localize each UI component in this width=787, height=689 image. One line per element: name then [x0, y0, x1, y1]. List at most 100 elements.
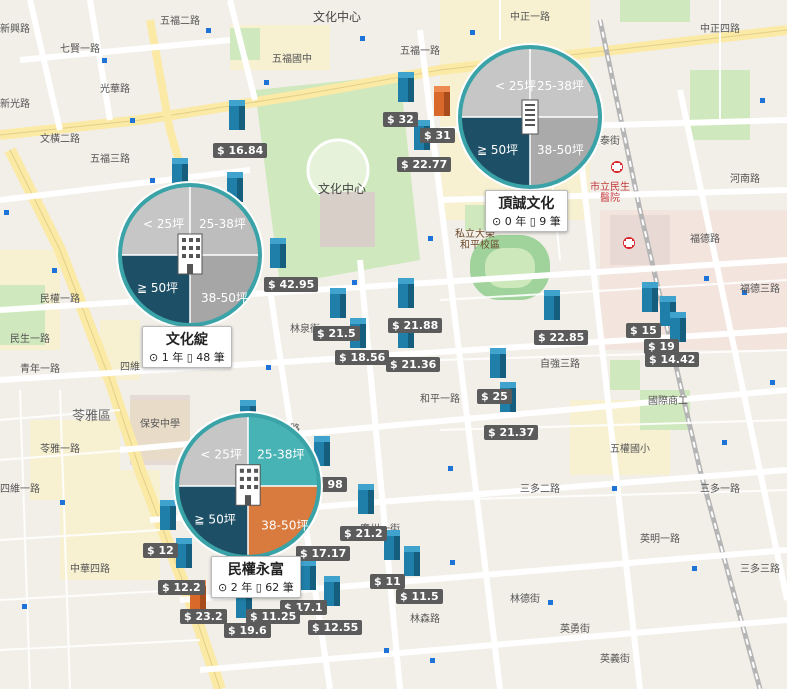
place-label-wenhua-top: 文化中心	[313, 10, 362, 24]
street-label: 中華四路	[70, 564, 110, 575]
street-label: 福德路	[690, 234, 720, 245]
street-label: 三多二路	[520, 484, 560, 495]
cluster-name: 文化綻	[165, 332, 208, 348]
cluster-marker-wenhua-zhan[interactable]: < 25坪 25-38坪 38-50坪 ≧ 50坪	[115, 180, 265, 330]
pie-label-ge50: ≧ 50坪	[137, 281, 178, 295]
street-label: 林德街	[510, 594, 540, 605]
building-marker[interactable]	[404, 546, 420, 576]
place-label-wenhua-park: 文化中心	[318, 182, 367, 196]
price-label[interactable]: $ 31	[420, 128, 455, 143]
building-icon	[235, 464, 261, 506]
building-marker[interactable]	[330, 288, 346, 318]
pie-label-38-50: 38-50坪	[201, 291, 248, 305]
pie-label-ge50: ≧ 50坪	[477, 143, 518, 157]
road-label-zhongzheng: 中正一路	[510, 12, 550, 23]
building-marker-orange[interactable]	[434, 86, 450, 116]
cluster-marker-dingcheng[interactable]: < 25坪 25-38坪 38-50坪 ≧ 50坪	[455, 42, 605, 192]
cluster-name: 頂誠文化	[498, 196, 555, 212]
pie-label-38-50: 38-50坪	[537, 143, 584, 157]
street-label: 五福一路	[400, 46, 440, 57]
pie-label-25-38: 25-38坪	[537, 79, 584, 93]
pie-label-25-38: 25-38坪	[257, 448, 304, 462]
cluster-stats: ⊙ 2 年 ▯ 62 筆	[218, 581, 294, 594]
street-label: 和平一路	[420, 394, 460, 405]
cluster-stats: ⊙ 0 年 ▯ 9 筆	[492, 215, 561, 228]
building-icon	[177, 233, 203, 275]
street-label: 英義街	[600, 654, 630, 665]
price-label[interactable]: $ 11	[370, 574, 405, 589]
price-label[interactable]: $ 21.2	[340, 526, 387, 541]
street-label: 民生一路	[10, 334, 50, 345]
street-label: 中正四路	[700, 24, 740, 35]
price-label[interactable]: $ 18.56	[335, 350, 390, 365]
price-label[interactable]: $ 16.84	[213, 143, 268, 158]
cluster-pie: < 25坪 25-38坪 38-50坪 ≧ 50坪	[173, 411, 323, 561]
cluster-info-dingcheng[interactable]: 頂誠文化 ⊙ 0 年 ▯ 9 筆	[485, 190, 568, 232]
price-label[interactable]: $ 23.2	[180, 609, 227, 624]
building-marker[interactable]	[670, 312, 686, 342]
street-label: 自強三路	[540, 359, 580, 370]
cluster-stats: ⊙ 1 年 ▯ 48 筆	[149, 351, 225, 364]
street-label: 福德三路	[740, 284, 780, 295]
building-marker[interactable]	[300, 560, 316, 590]
street-label: 英勇街	[560, 624, 590, 635]
street-label: 英明一路	[640, 534, 680, 545]
street-label: 河南路	[730, 174, 760, 185]
street-label: 四維一路	[0, 484, 40, 495]
price-label[interactable]: $ 32	[383, 112, 418, 127]
building-marker[interactable]	[490, 348, 506, 378]
street-label: 新光路	[0, 99, 30, 110]
cluster-marker-minquan-yongfu[interactable]: < 25坪 25-38坪 38-50坪 ≧ 50坪	[172, 410, 324, 562]
cluster-info-wenhua-zhan[interactable]: 文化綻 ⊙ 1 年 ▯ 48 筆	[142, 326, 232, 368]
price-label[interactable]: $ 12.55	[308, 620, 363, 635]
building-marker[interactable]	[398, 72, 414, 102]
street-label: 新興路	[0, 24, 30, 35]
building-marker[interactable]	[229, 100, 245, 130]
street-label: 七賢一路	[60, 44, 100, 55]
building-marker[interactable]	[544, 290, 560, 320]
price-label[interactable]: $ 12.2	[158, 580, 205, 595]
street-label: 光華路	[100, 84, 130, 95]
price-label[interactable]: $ 21.5	[313, 326, 360, 341]
price-label[interactable]: $ 11.5	[396, 589, 443, 604]
price-label[interactable]: $ 14.42	[645, 352, 700, 367]
cluster-name: 民權永富	[227, 562, 284, 578]
street-label: 三多三路	[740, 564, 780, 575]
price-label[interactable]: $ 21.88	[388, 318, 443, 333]
pie-label-38-50: 38-50坪	[261, 519, 308, 533]
street-label: 五福二路	[160, 16, 200, 27]
pie-label-ge50: ≧ 50坪	[194, 512, 236, 526]
pie-label-lt25: < 25坪	[143, 217, 184, 231]
street-label: 文橫二路	[40, 134, 80, 145]
cluster-pie: < 25坪 25-38坪 38-50坪 ≧ 50坪	[456, 43, 604, 191]
price-label[interactable]: $ 15	[626, 323, 661, 338]
building-marker[interactable]	[358, 484, 374, 514]
price-label[interactable]: $ 22.85	[534, 330, 589, 345]
street-label: 民權一路	[40, 294, 80, 305]
pie-label-lt25: < 25坪	[495, 79, 536, 93]
price-label[interactable]: $ 11.25	[246, 609, 301, 624]
price-label[interactable]: $ 21.36	[386, 357, 441, 372]
cluster-pie: < 25坪 25-38坪 38-50坪 ≧ 50坪	[116, 181, 264, 329]
building-icon	[521, 99, 539, 135]
street-label: 五福三路	[90, 154, 130, 165]
street-label: 三多一路	[700, 484, 740, 495]
price-label[interactable]: $ 22.77	[397, 157, 452, 172]
price-label[interactable]: $ 25	[477, 389, 512, 404]
pie-label-25-38: 25-38坪	[199, 217, 246, 231]
building-marker[interactable]	[270, 238, 286, 268]
place-label-guoji: 國際商工	[648, 396, 688, 407]
price-label[interactable]: $ 19.6	[224, 623, 271, 638]
place-label-school-line2: 和平校區	[460, 240, 500, 251]
map-canvas[interactable]: 文化中心 文化中心 五福國中 市立民生 醫院 國際商工 五權國小 私立大榮 和平…	[0, 0, 787, 689]
pie-label-lt25: < 25坪	[200, 448, 242, 462]
place-label-wukui: 五權國小	[610, 444, 650, 455]
street-label: 青年一路	[20, 364, 60, 375]
price-label[interactable]: $ 42.95	[264, 277, 319, 292]
place-label-wufu-junior: 五福國中	[272, 54, 312, 65]
building-marker[interactable]	[398, 278, 414, 308]
building-marker[interactable]	[642, 282, 658, 312]
street-label: 林森路	[410, 614, 440, 625]
cluster-info-minquan-yongfu[interactable]: 民權永富 ⊙ 2 年 ▯ 62 筆	[211, 556, 301, 598]
price-label[interactable]: $ 21.37	[484, 425, 539, 440]
